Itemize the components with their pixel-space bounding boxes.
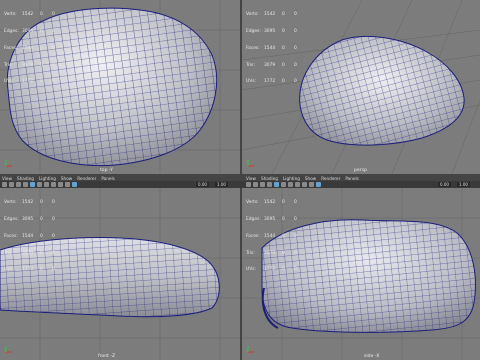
camera-icon[interactable]	[2, 182, 7, 187]
axis-gizmo-icon	[5, 160, 12, 167]
viewport-top[interactable]: Verts: 1542 0 0 Edges: 3095 0 0 Faces: 1544 0 0 T…	[0, 0, 240, 174]
light-icon[interactable]	[295, 182, 300, 187]
far-clip-field[interactable]: 1.00	[457, 182, 470, 187]
grid-icon[interactable]	[267, 182, 272, 187]
smooth-shade-icon[interactable]	[281, 182, 286, 187]
wireframe-icon[interactable]	[30, 182, 35, 187]
camera-label: top -Y	[100, 168, 113, 173]
viewport-side[interactable]: Verts: 1542 0 0 Edges: 3095 0 0 Faces: 1544 0 0 T…	[242, 188, 480, 360]
axis-gizmo-icon	[247, 346, 254, 353]
axis-gizmo-icon	[247, 160, 254, 167]
camera-icon[interactable]	[246, 182, 251, 187]
bookmark-icon[interactable]	[16, 182, 21, 187]
poly-count-hud: Verts: 1542 0 0 Edges: 3095 0 0 Faces: 1544 0 0 T…	[246, 200, 297, 273]
camera-label: front -Z	[98, 354, 116, 359]
lock-icon[interactable]	[9, 182, 14, 187]
viewport-front[interactable]: Verts: 1542 0 0 Edges: 3095 0 0 Faces: 1544 0 0 T…	[0, 188, 240, 360]
wireframe-icon[interactable]	[274, 182, 279, 187]
texture-icon[interactable]	[44, 182, 49, 187]
smooth-shade-icon[interactable]	[37, 182, 42, 187]
poly-count-hud: Verts: 1542 0 0 Edges: 3095 0 0 Faces: 1544 0 0 T…	[246, 12, 297, 85]
xray-icon[interactable]	[316, 182, 321, 187]
axis-gizmo-icon	[5, 346, 12, 353]
far-clip-field[interactable]: 1.00	[215, 182, 228, 187]
shadow-icon[interactable]	[302, 182, 307, 187]
camera-label: side -X	[364, 354, 380, 359]
viewport-persp[interactable]: Verts: 1542 0 0 Edges: 3095 0 0 Faces: 1544 0 0 T…	[242, 0, 480, 174]
near-clip-field[interactable]: 0.00	[438, 182, 451, 187]
camera-label: persp	[354, 168, 367, 173]
near-clip-field[interactable]: 0.00	[196, 182, 209, 187]
isolate-icon[interactable]	[65, 182, 70, 187]
poly-count-hud: Verts: 1542 0 0 Edges: 3095 0 0 Faces: 1544 0 0 T…	[4, 12, 55, 85]
texture-icon[interactable]	[288, 182, 293, 187]
light-icon[interactable]	[51, 182, 56, 187]
poly-count-hud: Verts: 1542 0 0 Edges: 3095 0 0 Faces: 1544 0 0 T…	[4, 200, 55, 273]
bookmark-icon[interactable]	[260, 182, 265, 187]
panel-toolbar: 0.00 1.00 0.00 1.00	[0, 181, 480, 188]
shadow-icon[interactable]	[58, 182, 63, 187]
isolate-icon[interactable]	[309, 182, 314, 187]
lock-icon[interactable]	[253, 182, 258, 187]
grid-icon[interactable]	[23, 182, 28, 187]
xray-icon[interactable]	[72, 182, 77, 187]
